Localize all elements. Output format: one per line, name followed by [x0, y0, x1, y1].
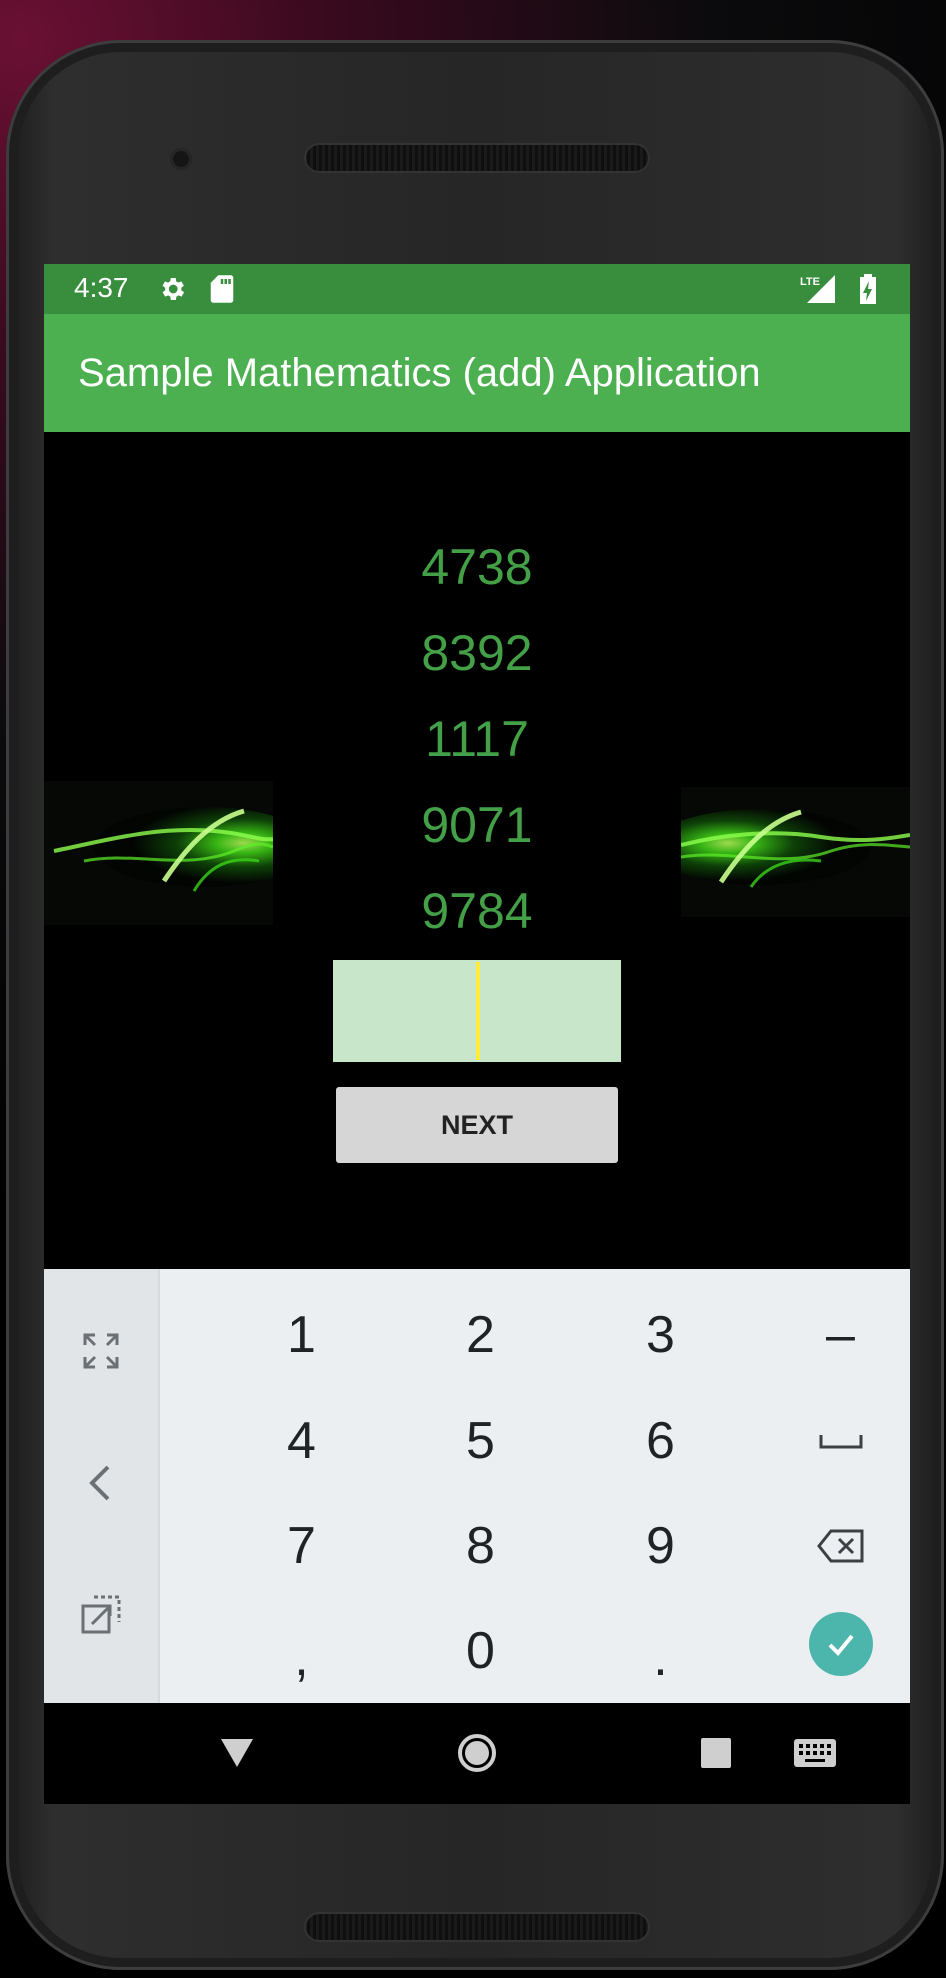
key-minus[interactable]: –	[751, 1282, 910, 1388]
backspace-key[interactable]	[751, 1493, 910, 1599]
device-screen: 4:37 LTE Sample Mathematics (add) Applic…	[44, 264, 910, 1804]
key-6[interactable]: 6	[571, 1388, 750, 1494]
key-9[interactable]: 9	[571, 1493, 750, 1599]
key-comma[interactable]: ,	[212, 1598, 391, 1704]
addend-list: 4738 8392 1117 9071 9784	[44, 524, 910, 954]
sd-card-icon	[206, 273, 238, 305]
settings-icon	[156, 273, 188, 305]
space-key[interactable]	[751, 1388, 910, 1494]
key-7[interactable]: 7	[212, 1493, 391, 1599]
backspace-icon	[816, 1529, 863, 1563]
space-icon	[819, 1435, 862, 1449]
home-circle-icon[interactable]	[447, 1723, 507, 1783]
bottom-speaker-grille	[304, 1912, 650, 1942]
status-time: 4:37	[74, 272, 129, 303]
battery-charging-icon	[852, 273, 884, 305]
phone-frame: 4:37 LTE Sample Mathematics (add) Applic…	[6, 40, 944, 1970]
addend-number: 9071	[421, 797, 533, 853]
key-2[interactable]: 2	[391, 1282, 570, 1388]
next-button[interactable]: NEXT	[336, 1087, 618, 1163]
svg-text:LTE: LTE	[800, 276, 820, 288]
navigation-bar	[44, 1703, 910, 1804]
addend-number: 9784	[421, 883, 533, 939]
text-cursor	[476, 962, 480, 1060]
addend-number: 8392	[421, 625, 533, 681]
addend-number: 1117	[425, 711, 529, 767]
popout-icon[interactable]	[44, 1565, 158, 1665]
top-speaker-grille	[304, 143, 650, 173]
keyboard-icon[interactable]	[783, 1723, 847, 1783]
key-4[interactable]: 4	[212, 1388, 391, 1494]
key-0[interactable]: 0	[391, 1598, 570, 1704]
key-period[interactable]: .	[571, 1598, 750, 1704]
addend-number: 4738	[421, 539, 533, 595]
back-triangle-icon[interactable]	[207, 1723, 267, 1783]
enter-key[interactable]	[751, 1591, 910, 1697]
app-title: Sample Mathematics (add) Application	[78, 351, 761, 395]
front-camera	[170, 148, 192, 170]
key-1[interactable]: 1	[212, 1282, 391, 1388]
status-bar: 4:37 LTE	[44, 264, 910, 314]
app-bar: Sample Mathematics (add) Application	[44, 314, 910, 432]
key-3[interactable]: 3	[571, 1282, 750, 1388]
key-5[interactable]: 5	[391, 1388, 570, 1494]
recents-square-icon[interactable]	[686, 1723, 746, 1783]
keyboard-side-panel	[44, 1269, 160, 1703]
key-8[interactable]: 8	[391, 1493, 570, 1599]
lte-signal-icon: LTE	[798, 273, 838, 305]
numeric-keyboard: 1 2 3 – 4 5 6 7 8 9 , 0 .	[44, 1269, 910, 1703]
back-arrow-icon[interactable]	[44, 1433, 158, 1533]
checkmark-icon	[808, 1612, 873, 1676]
fullscreen-icon[interactable]	[44, 1301, 158, 1401]
